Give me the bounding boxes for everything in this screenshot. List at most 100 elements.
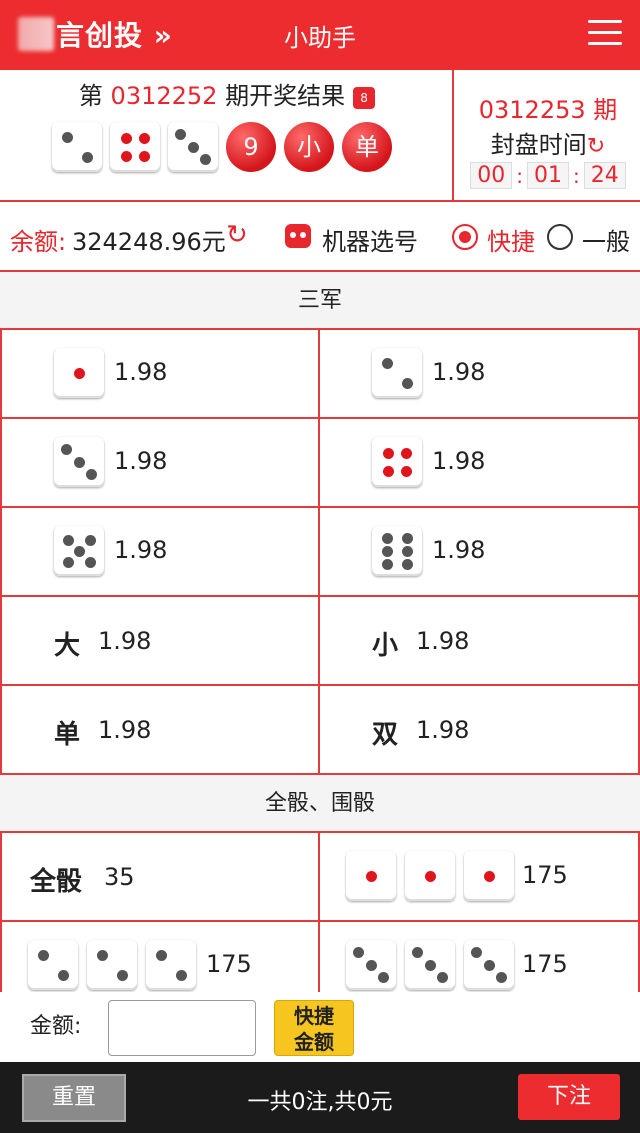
dice-pip (120, 132, 132, 144)
dice-pip (382, 465, 394, 477)
dice-face-icon (405, 940, 455, 990)
dice-face-icon (372, 526, 422, 576)
dice-pip (37, 949, 49, 961)
dice-face-icon (464, 940, 514, 990)
odds: 1.98 (432, 447, 486, 475)
refresh-icon[interactable]: ↻ (587, 134, 605, 159)
dice-pip (116, 969, 128, 981)
bet-cell-dice-2[interactable]: 1.98 (320, 330, 640, 419)
odds: 1.98 (98, 627, 152, 655)
bet-label: 大 (54, 631, 81, 661)
dice-pip (424, 870, 436, 882)
balance-bar: 余额: 324248.96元 ↻ 机器选号 快捷 一般 (0, 202, 640, 272)
page-title: 小助手 (284, 24, 356, 52)
dice-pip (365, 959, 377, 971)
bet-label: 全骰 (30, 867, 83, 897)
timer-hours: 00 (470, 162, 513, 189)
dice-face-icon (146, 940, 196, 990)
dice-pip (187, 141, 199, 153)
dice-pip (353, 947, 364, 958)
dice-pip (138, 150, 150, 162)
bet-cell-triple-3[interactable]: 175 (320, 922, 640, 994)
dice-pip (401, 377, 413, 389)
result-dice-3 (168, 122, 218, 172)
bet-cell-all-triples[interactable]: 全骰 35 (0, 833, 320, 922)
dice-pip (382, 447, 394, 459)
mode-quick-label[interactable]: 快捷 (487, 222, 535, 257)
dice-pip (175, 969, 187, 981)
lottery-icon[interactable]: 8 (353, 87, 376, 109)
bet-cell-dice-4[interactable]: 1.98 (320, 419, 640, 508)
mode-general-label[interactable]: 一般 (582, 222, 630, 257)
bet-cell-dice-3[interactable]: 1.98 (0, 419, 320, 508)
dice-pip (62, 534, 74, 546)
draw-prefix: 第 (78, 82, 111, 110)
dice-pip (175, 129, 186, 140)
balance-refresh-icon[interactable]: ↻ (226, 220, 248, 250)
dice-face-icon (346, 851, 396, 901)
dice-pip (378, 972, 389, 983)
amount-bar: 金额: 快捷 金额 (0, 992, 640, 1062)
dice-pip (381, 357, 393, 369)
hamburger-menu-icon[interactable] (588, 20, 622, 46)
dice-pip (412, 947, 423, 958)
last-draw: 第 0312252 期开奖结果 8 9 小 单 (0, 70, 454, 200)
bet-cell-dice-5[interactable]: 1.98 (0, 508, 320, 597)
dice-pip (496, 972, 507, 983)
dice-face-icon (87, 940, 137, 990)
dice-pip (401, 545, 413, 557)
dice-pip (81, 151, 93, 163)
size-ball: 小 (284, 122, 334, 172)
top-bar: 言创投 » 小助手 (0, 0, 640, 70)
bet-label: 双 (372, 720, 399, 750)
dice-face-icon (28, 940, 78, 990)
bet-cell-triple-2[interactable]: 175 (0, 922, 320, 994)
dice-pip (381, 532, 393, 544)
dice-pip (61, 131, 73, 143)
section-quanshai-title: 全骰、围骰 (0, 775, 640, 833)
timer-minutes: 01 (527, 162, 569, 189)
dice-pip (84, 556, 96, 568)
bet-cell-even[interactable]: 双 1.98 (320, 686, 640, 775)
quick-amount-button[interactable]: 快捷 金额 (274, 1000, 354, 1056)
machine-pick-button[interactable]: 机器选号 (322, 222, 418, 257)
dice-pip (155, 949, 167, 961)
dice-face-icon (54, 437, 104, 487)
dice-face-icon (405, 851, 455, 901)
place-bet-button[interactable]: 下注 (518, 1074, 620, 1120)
dice-pip (400, 447, 412, 459)
parity-ball: 单 (342, 122, 392, 172)
dice-pip (401, 532, 413, 544)
robot-icon[interactable] (285, 224, 311, 248)
draw-issue: 0312252 (110, 82, 218, 110)
dice-pip (437, 972, 448, 983)
dice-pip (471, 947, 482, 958)
dice-face-icon (54, 348, 104, 398)
odds: 1.98 (114, 358, 168, 386)
footer-bar: 重置 一共0注,共0元 下注 (0, 1062, 640, 1133)
dice-pip (381, 558, 393, 570)
bet-cell-big[interactable]: 大 1.98 (0, 597, 320, 686)
bet-cell-dice-1[interactable]: 1.98 (0, 330, 320, 419)
balance-value: 324248.96元 (72, 228, 226, 256)
radio-quick[interactable] (452, 224, 478, 250)
dice-pip (73, 545, 85, 557)
dice-pip (365, 870, 377, 882)
draw-suffix: 期开奖结果 (217, 82, 346, 110)
dice-pip (73, 456, 85, 468)
bet-cell-dice-6[interactable]: 1.98 (320, 508, 640, 597)
next-issue: 0312253 期 (478, 96, 618, 124)
amount-input[interactable] (108, 1000, 256, 1056)
radio-general[interactable] (547, 224, 573, 250)
odds: 1.98 (416, 627, 470, 655)
odds: 1.98 (432, 358, 486, 386)
dice-face-icon (464, 851, 514, 901)
dice-face-icon (372, 348, 422, 398)
bet-cell-odd[interactable]: 单 1.98 (0, 686, 320, 775)
section-sanjun-title: 三军 (0, 272, 640, 330)
bet-cell-triple-1[interactable]: 175 (320, 833, 640, 922)
dice-pip (483, 870, 495, 882)
odds: 35 (104, 863, 135, 891)
bet-cell-small[interactable]: 小 1.98 (320, 597, 640, 686)
dice-pip (200, 154, 211, 165)
